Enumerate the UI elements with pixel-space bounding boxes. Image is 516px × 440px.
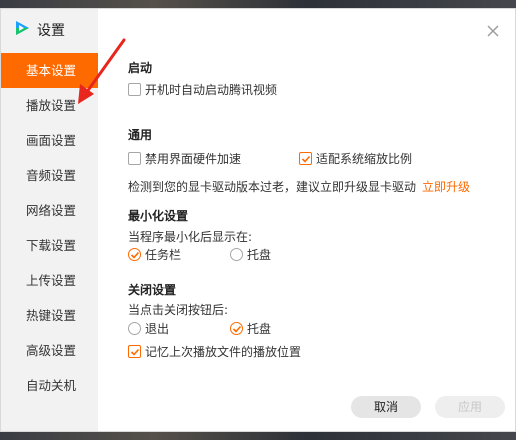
upgrade-driver-link[interactable]: 立即升级 [422,178,470,195]
checkmark-icon [130,251,139,259]
sidebar-item-playback[interactable]: 播放设置 [1,88,98,123]
hw-accel-checkbox[interactable] [128,152,141,165]
scaling-label: 适配系统缩放比例 [316,152,413,166]
section-title-startup: 启动 [128,61,153,75]
sidebar-nav: 基本设置 播放设置 画面设置 音频设置 网络设置 下载设置 上传设置 热键设置 … [1,53,98,403]
sidebar-item-audio[interactable]: 音频设置 [1,158,98,193]
hw-accel-option[interactable]: 禁用界面硬件加速 [128,150,241,167]
settings-content: 启动 开机时自动启动腾讯视频 通用 禁用界面硬件加速 适配系统缩放比例 检测到您… [128,9,515,431]
minimize-taskbar-label: 任务栏 [145,248,182,262]
remember-position-checkbox[interactable] [128,345,141,358]
hw-accel-label: 禁用界面硬件加速 [145,152,242,166]
minimize-prompt: 当程序最小化后显示在: [128,230,253,244]
sidebar-item-basic[interactable]: 基本设置 [1,53,98,88]
sidebar-item-auto-shutdown[interactable]: 自动关机 [1,368,98,403]
sidebar-item-network[interactable]: 网络设置 [1,193,98,228]
section-title-general: 通用 [128,128,153,142]
autostart-checkbox[interactable] [128,83,141,96]
close-option-exit[interactable]: 退出 [128,320,169,337]
close-exit-radio[interactable] [128,322,141,335]
sidebar-item-download[interactable]: 下载设置 [1,228,98,263]
scaling-checkbox[interactable] [299,152,312,165]
cancel-button[interactable]: 取消 [351,396,421,418]
minimize-taskbar-radio[interactable] [128,248,141,261]
scaling-option[interactable]: 适配系统缩放比例 [299,150,412,167]
sidebar-item-advanced[interactable]: 高级设置 [1,333,98,368]
close-option-tray[interactable]: 托盘 [230,320,271,337]
settings-dialog: 设置 基本设置 播放设置 画面设置 音频设置 网络设置 下载设置 上传设置 热键… [0,8,516,432]
minimize-option-tray[interactable]: 托盘 [230,246,271,263]
checkmark-icon [232,325,241,333]
checkmark-icon [130,348,139,356]
close-tray-label: 托盘 [247,322,272,336]
close-exit-label: 退出 [145,322,170,336]
remember-position-option[interactable]: 记忆上次播放文件的播放位置 [128,343,301,360]
autostart-option[interactable]: 开机时自动启动腾讯视频 [128,81,277,98]
checkmark-icon [301,155,310,163]
dialog-title: 设置 [37,23,65,39]
driver-notice-text: 检测到您的显卡驱动版本过老，建议立即升级显卡驱动 [128,180,417,194]
minimize-tray-radio[interactable] [230,248,243,261]
section-title-close: 关闭设置 [128,283,177,297]
autostart-label: 开机时自动启动腾讯视频 [145,83,278,97]
dialog-title-bar: 设置 [13,19,65,41]
remember-position-label: 记忆上次播放文件的播放位置 [145,345,302,359]
sidebar-item-picture[interactable]: 画面设置 [1,123,98,158]
close-tray-radio[interactable] [230,322,243,335]
section-title-minimize: 最小化设置 [128,209,189,223]
sidebar-item-upload[interactable]: 上传设置 [1,263,98,298]
sidebar: 设置 基本设置 播放设置 画面设置 音频设置 网络设置 下载设置 上传设置 热键… [1,9,98,431]
sidebar-item-hotkeys[interactable]: 热键设置 [1,298,98,333]
close-prompt: 当点击关闭按钮后: [128,303,229,317]
tencent-video-logo-icon [13,19,31,41]
minimize-option-taskbar[interactable]: 任务栏 [128,246,181,263]
minimize-tray-label: 托盘 [247,248,272,262]
driver-notice: 检测到您的显卡驱动版本过老，建议立即升级显卡驱动 立即升级 [128,178,470,195]
apply-button[interactable]: 应用 [435,396,505,418]
